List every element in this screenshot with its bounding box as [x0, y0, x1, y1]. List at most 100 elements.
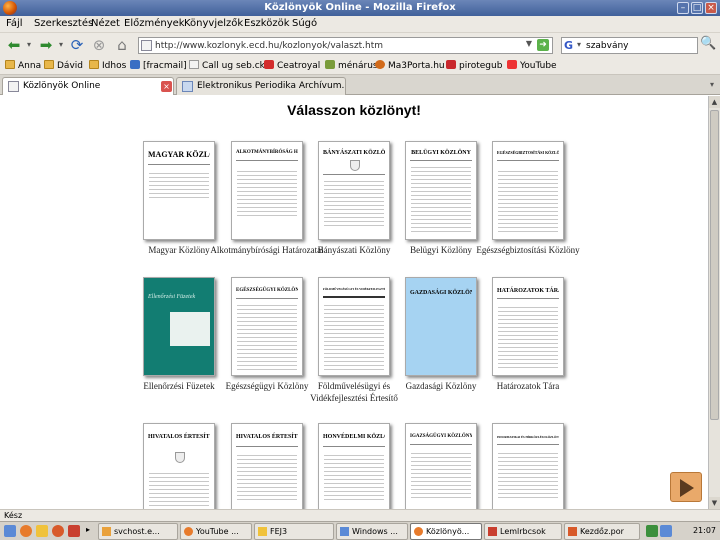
page-heading: Válasszon közlönyt!	[287, 102, 421, 118]
taskbar-item-windows[interactable]: Windows ...	[336, 523, 408, 540]
bookmark-pirotegub[interactable]: pirotegub	[446, 60, 502, 73]
cover-image[interactable]: HIVATALOS ÉRTESÍTŐ	[231, 423, 303, 509]
close-tab-icon[interactable]: ×	[161, 81, 172, 92]
address-bar[interactable]: ▼ ➜	[138, 37, 553, 54]
taskbar-item-kezdoz[interactable]: Kezdőz.por	[564, 523, 640, 540]
cover-image[interactable]: EGÉSZSÉGÜGYI KÖZLÖNY	[231, 277, 303, 376]
url-input[interactable]	[155, 39, 515, 52]
tab-periodika-archivum[interactable]: Elektronikus Periodika Archívum...	[176, 77, 346, 95]
bookmark-callug[interactable]: Call ug seb.ck	[189, 60, 265, 73]
bookmark-ceatroyal[interactable]: Ceatroyal	[264, 60, 320, 73]
cover-image[interactable]: HATÁROZATOK TÁRA	[492, 277, 564, 376]
close-button[interactable]: ×	[705, 2, 717, 14]
app-icon	[102, 527, 111, 536]
presentation-icon	[568, 527, 577, 536]
page-icon	[189, 60, 199, 69]
cover-image[interactable]: HONVÉDELMI KÖZLÖNY	[318, 423, 390, 509]
bookmark-folder-david[interactable]: Dávid	[44, 60, 83, 73]
page-content: Válasszon közlönyt! MAGYAR KÖZLÖNY Magya…	[0, 96, 708, 509]
bookmark-youtube[interactable]: YouTube	[507, 60, 557, 73]
scroll-thumb[interactable]	[710, 110, 719, 420]
back-icon[interactable]: ⬅	[4, 36, 24, 54]
tab-list-icon[interactable]: ▾	[710, 80, 714, 89]
taskbar-item-youtube[interactable]: YouTube ...	[180, 523, 252, 540]
menu-help[interactable]: Súgó	[292, 18, 317, 29]
cover-image[interactable]: GAZDASÁGI KÖZLÖNY	[405, 277, 477, 376]
home-icon[interactable]: ⌂	[112, 36, 132, 54]
scroll-down-icon[interactable]: ▼	[709, 497, 720, 509]
tray-network-icon[interactable]	[646, 525, 658, 537]
window-icon	[340, 527, 349, 536]
site-icon	[264, 60, 274, 69]
taskbar-item-fej3[interactable]: FEJ3	[254, 523, 334, 540]
play-arrow-icon	[680, 479, 694, 497]
site-favicon	[141, 40, 152, 51]
minimize-button[interactable]: –	[677, 2, 689, 14]
bookmark-menarus[interactable]: ménárus	[325, 60, 378, 73]
search-engine-dropdown-icon[interactable]: ▾	[577, 40, 581, 49]
search-icon[interactable]: 🔍	[700, 36, 716, 52]
taskbar-item-kozlonyok[interactable]: Közlönyö...	[410, 523, 482, 540]
bookmark-fracmail[interactable]: [fracmail]	[130, 60, 187, 73]
cover-image[interactable]: BELÜGYI KÖZLÖNY	[405, 141, 477, 240]
show-desktop-icon[interactable]	[4, 525, 16, 537]
folder-icon	[258, 527, 267, 536]
bookmark-folder-anna[interactable]: Anna	[5, 60, 41, 73]
google-icon[interactable]: G	[564, 39, 576, 52]
quicklaunch-browser-icon[interactable]	[52, 525, 64, 537]
firefox-icon	[184, 527, 193, 536]
cover-image[interactable]: BÁNYÁSZATI KÖZLÖNY	[318, 141, 390, 240]
status-bar: Kész	[0, 509, 720, 521]
menu-tools[interactable]: Eszközök	[244, 18, 290, 29]
quicklaunch-firefox-icon[interactable]	[20, 525, 32, 537]
navigation-toolbar: ⬅ ▾ ➡ ▾ ⟳ ⊗ ⌂ ▼ ➜ G ▾	[0, 33, 720, 57]
cover-image[interactable]: HIVATALOS ÉRTESÍTŐ	[143, 423, 215, 509]
taskbar-item-svchost[interactable]: svchost.e...	[98, 523, 178, 540]
quicklaunch-app-icon[interactable]	[68, 525, 80, 537]
scroll-up-icon[interactable]: ▲	[709, 96, 720, 108]
url-history-dropdown-icon[interactable]: ▼	[526, 39, 532, 48]
title-bar[interactable]: Közlönyök Online - Mozilla Firefox – □ ×	[0, 0, 720, 16]
folder-icon	[5, 60, 15, 69]
search-bar[interactable]: G ▾	[561, 37, 698, 54]
cover-image[interactable]: Ellenőrzési Füzetek	[143, 277, 215, 376]
stop-icon[interactable]: ⊗	[90, 36, 108, 54]
cover-image[interactable]: ALKOTMÁNYBÍRÓSÁG HATÁROZATAI	[231, 141, 303, 240]
go-button[interactable]: ➜	[537, 39, 549, 51]
forward-dropdown-icon[interactable]: ▾	[56, 36, 66, 54]
search-input[interactable]	[586, 39, 694, 52]
menu-bookmarks[interactable]: Könyvjelzők	[184, 18, 243, 29]
mail-icon	[130, 60, 140, 69]
cover-image[interactable]: FÖLDMŰVELÉSÜGYI ÉS VIDÉKFEJLESZTÉSI ÉRTE…	[318, 277, 390, 376]
book-label: Határozatok Tára	[496, 381, 560, 391]
forward-icon[interactable]: ➡	[36, 36, 56, 54]
cover-image[interactable]: EGÉSZSÉGBIZTOSÍTÁSI KÖZLÖNY	[492, 141, 564, 240]
bookmarks-toolbar: Anna Dávid Idhos [fracmail] Call ug seb.…	[0, 57, 720, 75]
menu-file[interactable]: Fájl	[6, 18, 23, 29]
menu-history[interactable]: Előzmények	[124, 18, 185, 29]
firefox-icon	[414, 527, 423, 536]
cover-image[interactable]: IGAZSÁGÜGYI KÖZLÖNY	[405, 423, 477, 509]
back-dropdown-icon[interactable]: ▾	[24, 36, 34, 54]
next-arrow-button[interactable]	[670, 472, 702, 502]
bookmark-folder-idhos[interactable]: Idhos	[89, 60, 126, 73]
taskbar-item-lemlrbcsok[interactable]: Lemlrbcsok	[484, 523, 562, 540]
window-title: Közlönyök Online - Mozilla Firefox	[264, 2, 456, 13]
tray-volume-icon[interactable]	[660, 525, 672, 537]
menu-edit[interactable]: Szerkesztés	[34, 18, 93, 29]
folder-icon	[44, 60, 54, 69]
quicklaunch-more-icon[interactable]: ▸	[86, 525, 90, 534]
maximize-button[interactable]: □	[691, 2, 703, 14]
clock: 21:07	[692, 526, 716, 535]
site-icon	[446, 60, 456, 69]
bookmark-ma3porta[interactable]: Ma3Porta.hu	[375, 60, 445, 73]
tab-favicon	[8, 81, 19, 92]
menu-view[interactable]: Nézet	[91, 18, 120, 29]
browser-window: Közlönyök Online - Mozilla Firefox – □ ×…	[0, 0, 720, 540]
quicklaunch-folder-icon[interactable]	[36, 525, 48, 537]
cover-image[interactable]: MAGYAR KÖZLÖNY	[143, 141, 215, 240]
vertical-scrollbar[interactable]: ▲ ▼	[708, 96, 720, 509]
reload-icon[interactable]: ⟳	[68, 36, 86, 54]
cover-image[interactable]: INFORMATIKAI ÉS HÍRKÖZLÉSI KÖZLÖNY	[492, 423, 564, 509]
tab-kozlonyok-online[interactable]: Közlönyök Online ×	[2, 77, 174, 95]
